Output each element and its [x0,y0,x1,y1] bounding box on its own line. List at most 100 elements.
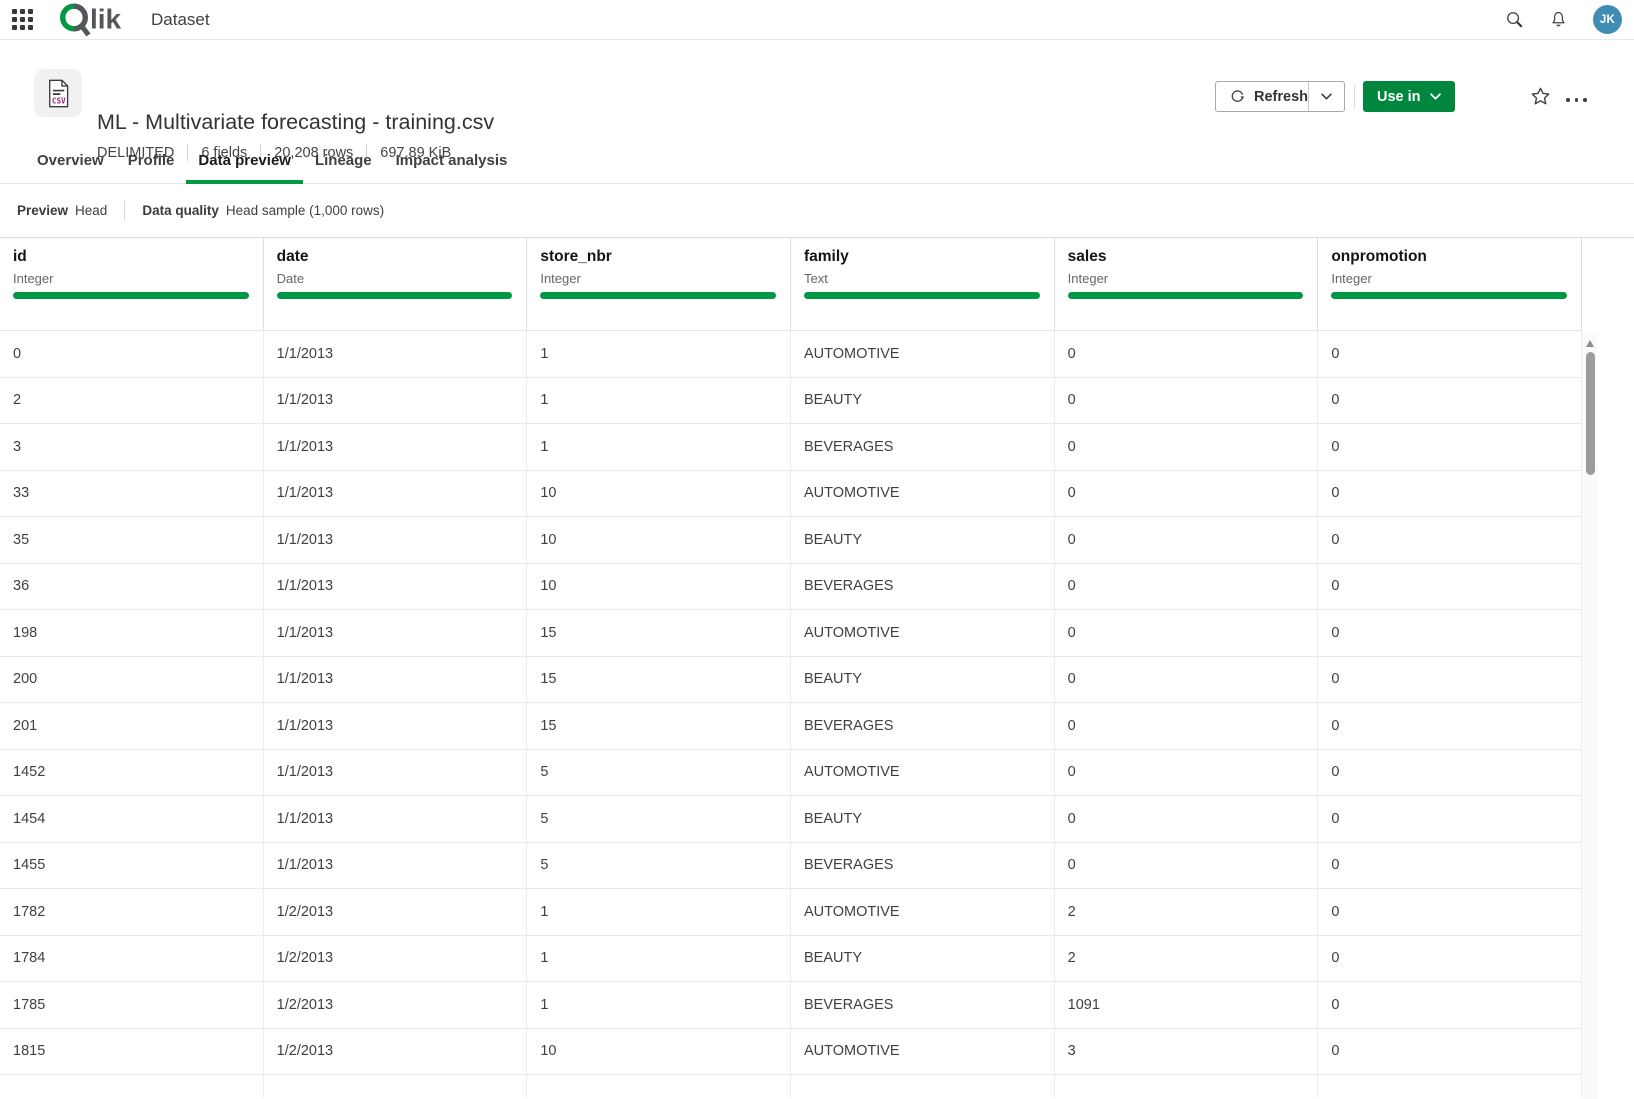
column-name: store_nbr [540,248,776,266]
table-cell: 1454 [0,796,264,842]
table-row: 331/1/201310AUTOMOTIVE00 [0,471,1582,518]
column-type: Integer [13,271,249,286]
table-row: 2011/1/201315BEVERAGES00 [0,703,1582,750]
tab-impact-analysis[interactable]: Impact analysis [384,140,520,183]
table-cell [1318,1075,1582,1097]
table-cell: 1 [527,424,791,470]
table-row: 2001/1/201315BEAUTY00 [0,657,1582,704]
refresh-button[interactable]: Refresh [1216,82,1308,111]
tab-overview[interactable]: Overview [25,140,116,183]
table-cell: 2 [0,378,264,424]
table-cell: 0 [1318,378,1582,424]
column-name: sales [1068,248,1304,266]
scrollbar-thumb[interactable] [1586,352,1595,475]
notifications-bell-icon[interactable] [1549,10,1568,29]
table-cell: 1785 [0,982,264,1028]
csv-file-icon: CSV [34,69,82,117]
table-cell: 3 [1055,1029,1319,1075]
table-cell: 1782 [0,889,264,935]
table-cell [791,1075,1055,1097]
app-launcher-icon[interactable] [12,9,33,30]
csv-icon-label: CSV [51,96,65,105]
table-cell: 0 [1055,703,1319,749]
table-cell: 5 [527,843,791,889]
table-cell: 15 [527,657,791,703]
table-cell: 1/1/2013 [264,657,528,703]
table-cell: 1/2/2013 [264,1029,528,1075]
more-options-icon[interactable] [1564,92,1589,108]
table-cell: 0 [1055,610,1319,656]
qlik-logo[interactable]: lik [57,0,133,40]
tab-profile[interactable]: Profile [116,140,187,183]
data-quality-label: Data quality [142,203,219,218]
table-cell [0,1075,264,1097]
use-in-button[interactable]: Use in [1363,81,1455,112]
data-quality-bar [1331,292,1567,299]
table-cell: 10 [527,1029,791,1075]
table-cell: 0 [1318,1029,1582,1075]
table-cell: 2 [1055,936,1319,982]
table-cell: 1/1/2013 [264,796,528,842]
table-row: 31/1/20131BEVERAGES00 [0,424,1582,471]
vertical-scrollbar[interactable] [1583,333,1597,1099]
table-cell: 0 [1055,331,1319,377]
table-header-row: idIntegerdateDatestore_nbrIntegerfamilyT… [0,238,1582,331]
column-header-sales: sales Integer [1055,238,1319,330]
table-cell: 15 [527,703,791,749]
table-row: 14521/1/20135AUTOMOTIVE00 [0,750,1582,797]
scroll-up-arrow-icon[interactable] [1586,340,1594,347]
table-row: 1981/1/201315AUTOMOTIVE00 [0,610,1582,657]
table-cell: 200 [0,657,264,703]
table-row: 17841/2/20131BEAUTY20 [0,936,1582,983]
table-cell: 3 [0,424,264,470]
table-cell: 1815 [0,1029,264,1075]
column-header-id: idInteger [0,238,264,330]
data-quality-bar [13,292,249,299]
table-cell: 0 [1055,564,1319,610]
dataset-title: ML - Multivariate forecasting - training… [97,110,494,135]
search-icon[interactable] [1505,10,1524,29]
table-cell: 0 [1055,657,1319,703]
topbar-right: JK [1505,5,1622,34]
table-cell: BEAUTY [791,796,1055,842]
user-avatar[interactable]: JK [1593,5,1622,34]
column-type: Integer [1068,271,1304,286]
table-row: 17821/2/20131AUTOMOTIVE20 [0,889,1582,936]
table-row: 351/1/201310BEAUTY00 [0,517,1582,564]
table-cell: BEVERAGES [791,424,1055,470]
data-quality-bar [1068,292,1304,299]
favorite-star-icon[interactable] [1530,86,1551,107]
data-quality-sample-value[interactable]: Head sample (1,000 rows) [226,203,384,218]
table-cell: AUTOMOTIVE [791,889,1055,935]
table-row: 18151/2/201310AUTOMOTIVE30 [0,1029,1582,1076]
preview-toolbar: Preview Head Data quality Head sample (1… [0,184,1634,237]
table-row: 361/1/201310BEVERAGES00 [0,564,1582,611]
refresh-dropdown-button[interactable] [1308,82,1344,111]
table-cell: 1/1/2013 [264,703,528,749]
table-cell: 5 [527,750,791,796]
refresh-icon [1229,88,1246,105]
table-cell: 1 [527,982,791,1028]
table-cell: 1/1/2013 [264,564,528,610]
table-cell: 33 [0,471,264,517]
table-cell: 1452 [0,750,264,796]
table-cell: 1/1/2013 [264,517,528,563]
table-cell: BEAUTY [791,657,1055,703]
table-cell: 0 [1055,424,1319,470]
table-cell: BEAUTY [791,936,1055,982]
table-cell: 10 [527,564,791,610]
tab-data-preview[interactable]: Data preview [186,140,303,183]
subbar-divider [124,201,125,221]
chevron-down-icon [1321,93,1332,100]
table-cell: 0 [1318,331,1582,377]
preview-mode-value[interactable]: Head [75,203,107,218]
table-cell: 0 [1055,471,1319,517]
table-cell: 1 [527,378,791,424]
refresh-label: Refresh [1254,89,1308,105]
data-preview-table: idIntegerdateDatestore_nbrIntegerfamilyT… [0,237,1634,1097]
table-cell: AUTOMOTIVE [791,750,1055,796]
table-cell: 35 [0,517,264,563]
table-cell: BEVERAGES [791,703,1055,749]
tab-lineage[interactable]: Lineage [303,140,384,183]
table-row: 14541/1/20135BEAUTY00 [0,796,1582,843]
